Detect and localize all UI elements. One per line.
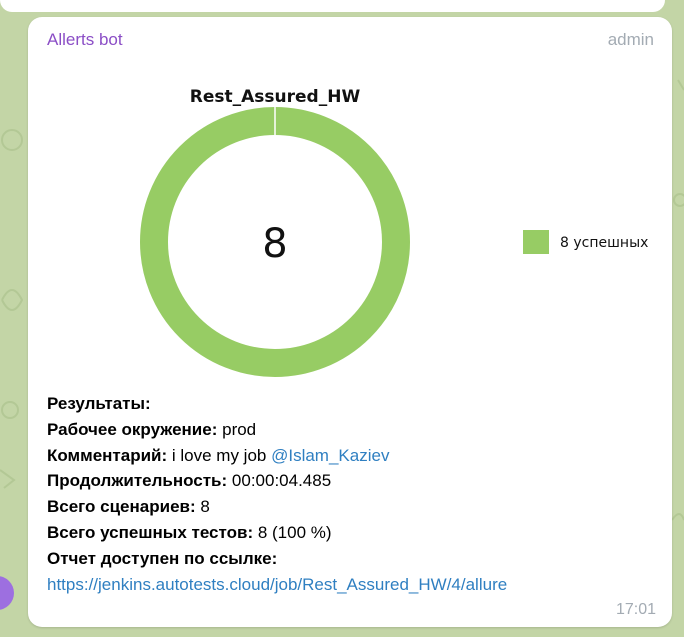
passed-value: 8 (100 %): [257, 522, 332, 542]
bot-avatar[interactable]: [0, 576, 14, 610]
results-heading: Результаты:: [47, 394, 151, 413]
message-timestamp: 17:01: [615, 601, 656, 618]
scenarios-value: 8: [200, 497, 210, 517]
results-text: Результаты: Рабочее окружение: prod Комм…: [47, 391, 657, 597]
report-chart-image[interactable]: Rest_Assured_HW 8 8 успешных: [46, 62, 662, 384]
chart-title: Rest_Assured_HW: [190, 87, 361, 107]
comment-value: i love my job: [171, 445, 267, 465]
duration-label: Продолжительность:: [47, 471, 228, 491]
donut-chart: Rest_Assured_HW 8 8 успешных: [140, 87, 648, 377]
previous-message-bubble: [0, 0, 665, 12]
legend-label-0: 8 успешных: [560, 235, 648, 251]
legend-swatch-0: [523, 230, 549, 254]
chart-legend: 8 успешных: [523, 230, 648, 254]
duration-value: 00:00:04.485: [231, 471, 332, 491]
env-label: Рабочее окружение:: [47, 419, 218, 439]
sender-name[interactable]: Allerts bot: [47, 30, 123, 50]
message-bubble: Allerts bot admin Rest_Assured_HW 8 8 ус…: [28, 17, 672, 627]
report-label: Отчет доступен по ссылке:: [47, 548, 278, 568]
chart-center-value: 8: [262, 221, 287, 267]
passed-label: Всего успешных тестов:: [47, 522, 254, 542]
sender-role-badge: admin: [607, 30, 654, 49]
user-mention-link[interactable]: @Islam_Kaziev: [271, 446, 389, 465]
report-link[interactable]: https://jenkins.autotests.cloud/job/Rest…: [47, 575, 507, 594]
scenarios-label: Всего сценариев:: [47, 497, 196, 517]
comment-label: Комментарий:: [47, 445, 168, 465]
env-value: prod: [222, 419, 257, 439]
